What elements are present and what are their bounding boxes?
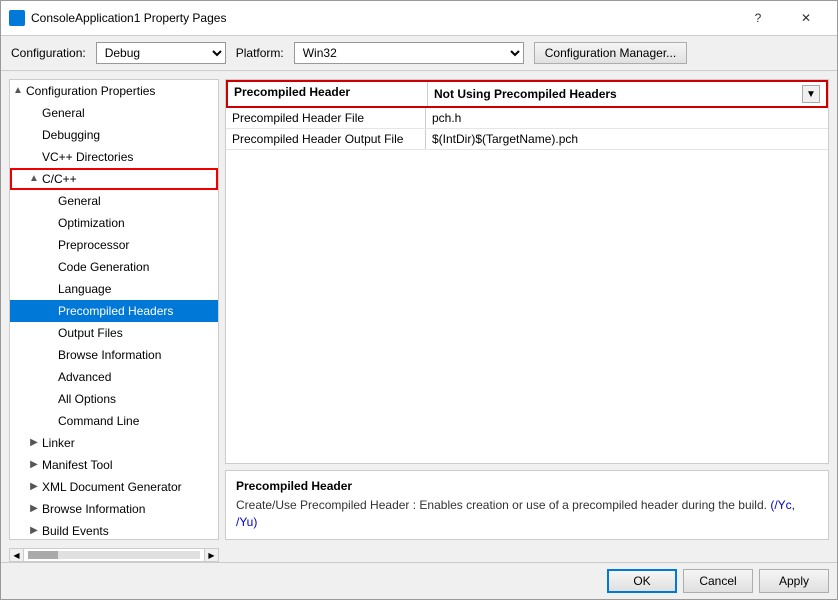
- tree-label-browse-info: Browse Information: [58, 346, 161, 364]
- tree-item-optimization[interactable]: Optimization: [10, 212, 218, 234]
- tree-item-linker[interactable]: ▶Linker: [10, 432, 218, 454]
- table-row[interactable]: Precompiled Header Filepch.h: [226, 108, 828, 129]
- tree-label-vc-dirs: VC++ Directories: [42, 148, 133, 166]
- tree-label-advanced: Advanced: [58, 368, 111, 386]
- description-title: Precompiled Header: [236, 479, 818, 493]
- scroll-thumb: [28, 551, 58, 559]
- tree-label-output-files: Output Files: [58, 324, 123, 342]
- property-pages-window: ConsoleApplication1 Property Pages ? ✕ C…: [0, 0, 838, 600]
- tree-item-advanced[interactable]: Advanced: [10, 366, 218, 388]
- tree-item-browse-info2[interactable]: ▶Browse Information: [10, 498, 218, 520]
- dropdown-button[interactable]: ▼: [802, 85, 820, 103]
- tree-label-linker: Linker: [42, 434, 75, 452]
- tree-item-build-events[interactable]: ▶Build Events: [10, 520, 218, 540]
- tree-item-language[interactable]: Language: [10, 278, 218, 300]
- tree-label-command-line: Command Line: [58, 412, 139, 430]
- right-panel: Precompiled Header Not Using Precompiled…: [225, 79, 829, 540]
- title-bar: ConsoleApplication1 Property Pages ? ✕: [1, 1, 837, 36]
- prop-value-cell: $(IntDir)$(TargetName).pch: [426, 129, 828, 149]
- scroll-right-arrow[interactable]: ▶: [204, 549, 218, 561]
- table-row[interactable]: Precompiled Header Output File$(IntDir)$…: [226, 129, 828, 150]
- tree-label-all-options: All Options: [58, 390, 116, 408]
- cancel-button[interactable]: Cancel: [683, 569, 753, 593]
- tree-item-cpp[interactable]: ▲C/C++: [10, 168, 218, 190]
- tree-label-code-gen: Code Generation: [58, 258, 149, 276]
- title-bar-left: ConsoleApplication1 Property Pages: [9, 10, 226, 26]
- help-button[interactable]: ?: [735, 7, 781, 29]
- tree-label-general: General: [42, 104, 85, 122]
- bottom-bar: OK Cancel Apply: [1, 562, 837, 599]
- bottom-scroll-area: ◀ ▶: [1, 548, 837, 562]
- property-grid: Precompiled Header Not Using Precompiled…: [225, 79, 829, 464]
- close-button[interactable]: ✕: [783, 7, 829, 29]
- config-manager-button[interactable]: Configuration Manager...: [534, 42, 687, 64]
- scroll-left-arrow[interactable]: ◀: [10, 549, 24, 561]
- header-name: Precompiled Header: [228, 82, 428, 106]
- expand-icon-build-events: ▶: [26, 522, 42, 540]
- window-title: ConsoleApplication1 Property Pages: [31, 11, 226, 25]
- scroll-track: [28, 551, 200, 559]
- tree-label-debugging: Debugging: [42, 126, 100, 144]
- tree-item-code-gen[interactable]: Code Generation: [10, 256, 218, 278]
- tree-horizontal-scroll[interactable]: ◀ ▶: [9, 548, 219, 562]
- platform-label: Platform:: [236, 46, 284, 60]
- config-label: Configuration:: [11, 46, 86, 60]
- header-value-text: Not Using Precompiled Headers: [434, 87, 617, 101]
- tree-item-manifest-tool[interactable]: ▶Manifest Tool: [10, 454, 218, 476]
- property-header-row: Precompiled Header Not Using Precompiled…: [226, 80, 828, 108]
- tree-label-build-events: Build Events: [42, 522, 109, 540]
- prop-value-cell: pch.h: [426, 108, 828, 128]
- tree-item-vc-dirs[interactable]: VC++ Directories: [10, 146, 218, 168]
- description-body: Create/Use Precompiled Header : Enables …: [236, 497, 818, 531]
- tree-label-cpp-general: General: [58, 192, 101, 210]
- tree-item-browse-info[interactable]: Browse Information: [10, 344, 218, 366]
- window-controls: ? ✕: [735, 7, 829, 29]
- tree-item-command-line[interactable]: Command Line: [10, 410, 218, 432]
- tree-label-optimization: Optimization: [58, 214, 125, 232]
- tree-item-precomp[interactable]: Precompiled Headers: [10, 300, 218, 322]
- prop-name-cell: Precompiled Header Output File: [226, 129, 426, 149]
- header-value: Not Using Precompiled Headers ▼: [428, 82, 826, 106]
- expand-icon-cpp: ▲: [26, 170, 42, 188]
- app-icon: [9, 10, 25, 26]
- tree-item-config-props[interactable]: ▲Configuration Properties: [10, 80, 218, 102]
- tree-item-xml-doc[interactable]: ▶XML Document Generator: [10, 476, 218, 498]
- tree-panel: ▲Configuration PropertiesGeneralDebuggin…: [9, 79, 219, 540]
- tree-label-precomp: Precompiled Headers: [58, 302, 173, 320]
- apply-button[interactable]: Apply: [759, 569, 829, 593]
- expand-icon-browse-info2: ▶: [26, 500, 42, 518]
- tree-scroll: ▲Configuration PropertiesGeneralDebuggin…: [10, 80, 218, 540]
- tree-label-manifest-tool: Manifest Tool: [42, 456, 112, 474]
- tree-label-config-props: Configuration Properties: [26, 82, 155, 100]
- tree-item-debugging[interactable]: Debugging: [10, 124, 218, 146]
- expand-icon-xml-doc: ▶: [26, 478, 42, 496]
- tree-label-xml-doc: XML Document Generator: [42, 478, 182, 496]
- expand-icon-config-props: ▲: [10, 82, 26, 100]
- tree-item-all-options[interactable]: All Options: [10, 388, 218, 410]
- tree-label-preprocessor: Preprocessor: [58, 236, 129, 254]
- main-content: ▲Configuration PropertiesGeneralDebuggin…: [1, 71, 837, 548]
- tree-item-general[interactable]: General: [10, 102, 218, 124]
- expand-icon-manifest-tool: ▶: [26, 456, 42, 474]
- tree-label-browse-info2: Browse Information: [42, 500, 145, 518]
- platform-select[interactable]: Win32: [294, 42, 524, 64]
- toolbar: Configuration: Debug Platform: Win32 Con…: [1, 36, 837, 71]
- description-text: Create/Use Precompiled Header : Enables …: [236, 498, 767, 512]
- tree-label-language: Language: [58, 280, 111, 298]
- tree-label-cpp: C/C++: [42, 170, 77, 188]
- expand-icon-linker: ▶: [26, 434, 42, 452]
- prop-name-cell: Precompiled Header File: [226, 108, 426, 128]
- property-rows-container: Precompiled Header Filepch.hPrecompiled …: [226, 108, 828, 150]
- tree-item-cpp-general[interactable]: General: [10, 190, 218, 212]
- description-panel: Precompiled Header Create/Use Precompile…: [225, 470, 829, 540]
- tree-item-preprocessor[interactable]: Preprocessor: [10, 234, 218, 256]
- ok-button[interactable]: OK: [607, 569, 677, 593]
- tree-item-output-files[interactable]: Output Files: [10, 322, 218, 344]
- configuration-select[interactable]: Debug: [96, 42, 226, 64]
